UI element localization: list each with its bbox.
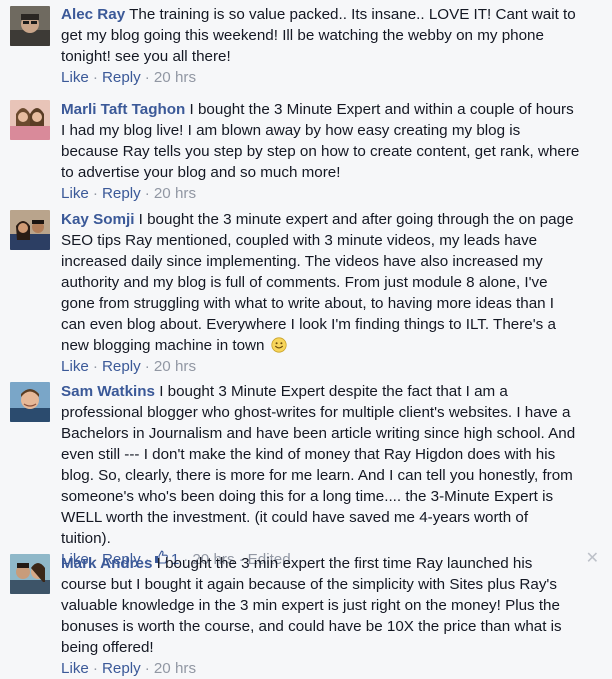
- separator: ·: [92, 185, 98, 202]
- timestamp[interactable]: 20 hrs: [154, 69, 196, 86]
- timestamp[interactable]: 20 hrs: [154, 185, 196, 202]
- separator: ·: [92, 358, 98, 375]
- separator: ·: [144, 185, 150, 202]
- avatar[interactable]: [10, 100, 50, 140]
- reply-button[interactable]: Reply: [102, 69, 141, 86]
- comment-text: I bought 3 Minute Expert despite the fac…: [61, 383, 576, 547]
- comment-author[interactable]: Marli Taft Taghon: [61, 101, 185, 118]
- comment-text: I bought the 3 minute expert and after g…: [61, 211, 574, 354]
- like-button[interactable]: Like: [61, 69, 89, 86]
- separator: ·: [92, 69, 98, 86]
- comment-item: Kay Somji I bought the 3 minute expert a…: [0, 205, 612, 377]
- like-button[interactable]: Like: [61, 185, 89, 202]
- comment-body: Kay Somji I bought the 3 minute expert a…: [61, 209, 581, 377]
- comment-actions: Like · Reply · 20 hrs: [61, 68, 581, 88]
- comment-actions: Like · Reply · 20 hrs: [61, 184, 581, 204]
- comment-author[interactable]: Sam Watkins: [61, 383, 155, 400]
- avatar[interactable]: [10, 6, 50, 46]
- timestamp[interactable]: 20 hrs: [154, 660, 196, 677]
- comment-item: Sam Watkins I bought 3 Minute Expert des…: [0, 377, 612, 568]
- comment-actions: Like · Reply · 20 hrs: [61, 357, 581, 377]
- avatar[interactable]: [10, 554, 50, 594]
- comment-author[interactable]: Alec Ray: [61, 6, 125, 23]
- comment-body: Mark Andres I bought the 3 min expert th…: [61, 553, 581, 679]
- comment-text: The training is so value packed.. Its in…: [61, 6, 576, 65]
- like-button[interactable]: Like: [61, 660, 89, 677]
- comment-body: Marli Taft Taghon I bought the 3 Minute …: [61, 99, 581, 204]
- reply-button[interactable]: Reply: [102, 660, 141, 677]
- avatar[interactable]: [10, 382, 50, 422]
- reply-button[interactable]: Reply: [102, 185, 141, 202]
- comment-author[interactable]: Kay Somji: [61, 211, 134, 228]
- comment-author[interactable]: Mark Andres: [61, 555, 152, 572]
- separator: ·: [144, 660, 150, 677]
- comment-item: Marli Taft Taghon I bought the 3 Minute …: [0, 95, 612, 205]
- separator: ·: [144, 358, 150, 375]
- close-icon[interactable]: ✕: [586, 551, 599, 567]
- comment-feed: Alec Ray The training is so value packed…: [0, 0, 612, 677]
- comment-body: Sam Watkins I bought 3 Minute Expert des…: [61, 381, 581, 570]
- comment-actions: Like · Reply · 20 hrs: [61, 659, 581, 679]
- smiley-icon: [271, 337, 287, 353]
- reply-button[interactable]: Reply: [102, 358, 141, 375]
- avatar[interactable]: [10, 210, 50, 250]
- comment-body: Alec Ray The training is so value packed…: [61, 4, 581, 88]
- separator: ·: [144, 69, 150, 86]
- comment-item: Mark Andres I bought the 3 min expert th…: [0, 547, 612, 677]
- separator: ·: [92, 660, 98, 677]
- like-button[interactable]: Like: [61, 358, 89, 375]
- comment-item: Alec Ray The training is so value packed…: [0, 0, 612, 95]
- timestamp[interactable]: 20 hrs: [154, 358, 196, 375]
